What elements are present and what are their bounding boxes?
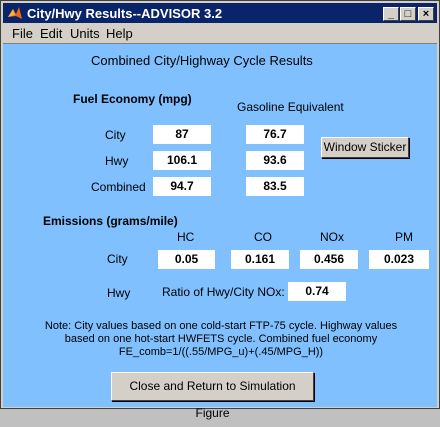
emissions-title: Emissions (grams/mile) bbox=[43, 214, 178, 228]
city-pm-value: 0.023 bbox=[369, 250, 429, 269]
emissions-hwy-label: Hwy bbox=[107, 286, 131, 300]
hc-header: HC bbox=[177, 230, 195, 244]
window-title: City/Hwy Results--ADVISOR 3.2 bbox=[27, 6, 223, 21]
hwy-mpg-value: 106.1 bbox=[153, 151, 211, 170]
city-nox-value: 0.456 bbox=[300, 250, 358, 269]
results-window: City/Hwy Results--ADVISOR 3.2 _ □ × File… bbox=[0, 0, 440, 420]
hwy-mpg-label: Hwy bbox=[105, 154, 129, 168]
menu-edit[interactable]: Edit bbox=[40, 26, 62, 41]
pm-header: PM bbox=[395, 230, 413, 244]
menu-bar: File Edit Units Help bbox=[3, 23, 437, 43]
page-title: Combined City/Highway Cycle Results bbox=[91, 53, 313, 68]
note-line-3: FE_comb=1/((.55/MPG_u)+(.45/MPG_H)) bbox=[118, 346, 324, 358]
hwy-gas-equiv-value: 93.6 bbox=[246, 151, 304, 170]
close-icon[interactable]: × bbox=[418, 7, 434, 21]
city-gas-equiv-value: 76.7 bbox=[246, 125, 304, 144]
window-sticker-button[interactable]: Window Sticker bbox=[321, 137, 409, 158]
nox-ratio-label: Ratio of Hwy/City NOx: bbox=[162, 285, 285, 299]
city-co-value: 0.161 bbox=[231, 250, 289, 269]
combined-gas-equiv-value: 83.5 bbox=[246, 177, 304, 196]
combined-mpg-label: Combined bbox=[91, 180, 146, 194]
gasoline-equivalent-label: Gasoline Equivalent bbox=[237, 100, 344, 114]
note-line-2: based on one hot-start HWFETS cycle. Com… bbox=[64, 333, 378, 345]
menu-units[interactable]: Units bbox=[70, 26, 100, 41]
fuel-economy-title: Fuel Economy (mpg) bbox=[73, 92, 192, 106]
results-panel: Combined City/Highway Cycle Results Fuel… bbox=[3, 43, 437, 420]
maximize-icon[interactable]: □ bbox=[400, 7, 416, 21]
nox-ratio-value: 0.74 bbox=[288, 282, 346, 301]
city-mpg-value: 87 bbox=[153, 125, 211, 144]
minimize-icon[interactable]: _ bbox=[383, 7, 399, 21]
city-mpg-label: City bbox=[105, 128, 126, 142]
matlab-icon bbox=[8, 7, 22, 19]
note-text: Note: City values based on one cold-star… bbox=[31, 320, 411, 359]
menu-help[interactable]: Help bbox=[106, 26, 133, 41]
title-bar: City/Hwy Results--ADVISOR 3.2 _ □ × bbox=[3, 3, 437, 23]
nox-header: NOx bbox=[320, 230, 344, 244]
emissions-city-label: City bbox=[107, 252, 128, 266]
menu-file[interactable]: File bbox=[12, 26, 33, 41]
note-line-1: Note: City values based on one cold-star… bbox=[44, 320, 398, 332]
city-hc-value: 0.05 bbox=[158, 250, 215, 269]
combined-mpg-value: 94.7 bbox=[153, 177, 211, 196]
close-return-button[interactable]: Close and Return to Simulation Figure bbox=[111, 372, 314, 420]
co-header: CO bbox=[254, 230, 272, 244]
